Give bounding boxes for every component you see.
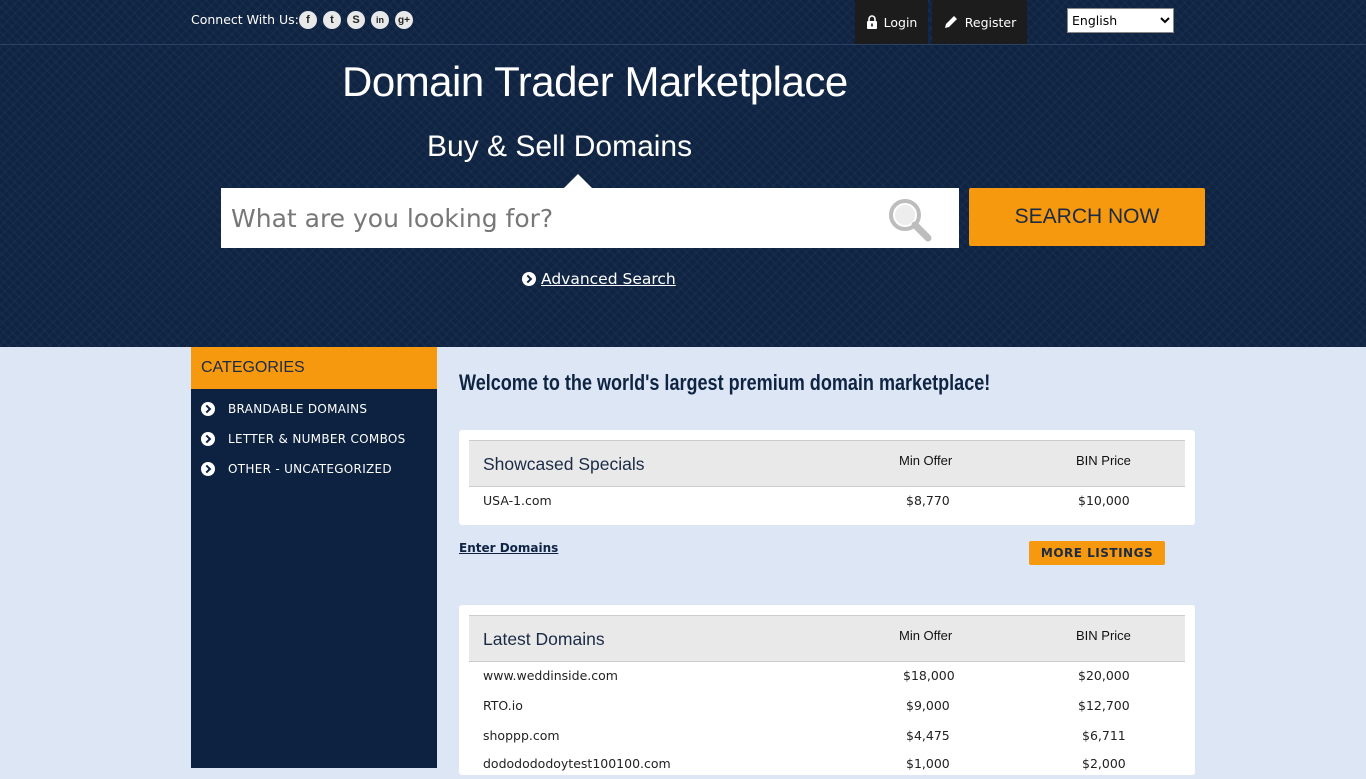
table-row[interactable]: USA-1.com $8,770 $10,000 [469,486,1185,516]
min-offer: $8,770 [906,493,950,508]
tagline: Buy & Sell Domains [427,130,693,163]
domain-name[interactable]: RTO.io [483,698,523,713]
search-input[interactable] [221,188,881,248]
lock-icon [866,14,877,29]
table-row[interactable]: RTO.io $9,000 $12,700 [469,691,1185,721]
search-caret [564,174,592,188]
domain-name[interactable]: shoppp.com [483,728,560,743]
advanced-search-label[interactable]: Advanced Search [541,270,676,288]
table-row[interactable]: www.weddinside.com $18,000 $20,000 [469,661,1185,691]
domain-name[interactable]: www.weddinside.com [483,668,618,683]
google-plus-icon[interactable]: g+ [395,11,413,29]
min-offer: $18,000 [903,668,955,683]
linkedin-icon[interactable]: in [371,11,389,29]
chevron-right-icon [201,462,215,476]
category-label[interactable]: OTHER - UNCATEGORIZED [228,462,392,476]
column-bin-price: BIN Price [1076,628,1131,643]
category-item-other[interactable]: OTHER - UNCATEGORIZED [201,462,392,476]
categories-sidebar: CATEGORIES BRANDABLE DOMAINS LETTER & NU… [191,347,437,768]
bin-price: $6,711 [1082,728,1126,743]
pencil-icon [944,16,957,28]
bin-price: $12,700 [1078,698,1130,713]
enter-domains-link[interactable]: Enter Domains [459,541,558,555]
site-title: Domain Trader Marketplace [342,58,848,105]
categories-heading: CATEGORIES [191,347,437,389]
column-min-offer: Min Offer [899,628,953,643]
table-header: Latest Domains Min Offer BIN Price [469,615,1185,662]
chevron-right-icon [201,402,215,416]
welcome-heading: Welcome to the world's largest premium d… [459,370,991,395]
min-offer: $4,475 [906,728,950,743]
language-select[interactable]: English [1067,8,1174,33]
column-min-offer: Min Offer [899,453,953,468]
domain-name[interactable]: dododododoytest100100.com [483,756,671,771]
top-bar: Connect With Us: f t S in g+ Login Regis… [0,0,1366,45]
showcased-specials-panel: Showcased Specials Min Offer BIN Price U… [459,430,1195,525]
twitter-icon[interactable]: t [323,11,341,29]
latest-domains-panel: Latest Domains Min Offer BIN Price www.w… [459,605,1195,775]
category-label[interactable]: BRANDABLE DOMAINS [228,402,367,416]
connect-label: Connect With Us: [191,12,299,27]
login-label: Login [883,14,918,30]
login-button[interactable]: Login [855,0,928,44]
min-offer: $1,000 [906,756,950,771]
bin-price: $2,000 [1082,756,1126,771]
category-label[interactable]: LETTER & NUMBER COMBOS [228,432,406,446]
chevron-right-icon [522,272,536,286]
search-box [221,188,959,248]
bin-price: $10,000 [1078,493,1130,508]
min-offer: $9,000 [906,698,950,713]
register-button[interactable]: Register [932,0,1027,44]
hero-banner: Connect With Us: f t S in g+ Login Regis… [0,0,1366,347]
skype-icon[interactable]: S [347,11,365,29]
more-listings-button[interactable]: MORE LISTINGS [1029,541,1165,565]
facebook-icon[interactable]: f [299,11,317,29]
register-label: Register [964,14,1017,30]
category-item-letter-number[interactable]: LETTER & NUMBER COMBOS [201,432,406,446]
table-row[interactable]: shoppp.com $4,475 $6,711 [469,721,1185,751]
advanced-search-link[interactable]: Advanced Search [522,270,676,288]
search-now-button[interactable]: SEARCH NOW [969,188,1205,246]
category-item-brandable[interactable]: BRANDABLE DOMAINS [201,402,367,416]
table-header: Showcased Specials Min Offer BIN Price [469,440,1185,487]
column-bin-price: BIN Price [1076,453,1131,468]
table-title: Latest Domains [483,629,605,649]
domain-name[interactable]: USA-1.com [483,493,552,508]
bin-price: $20,000 [1078,668,1130,683]
table-title: Showcased Specials [483,454,645,474]
search-icon [889,199,932,242]
chevron-right-icon [201,432,215,446]
table-row[interactable]: dododododoytest100100.com $1,000 $2,000 [469,749,1185,779]
